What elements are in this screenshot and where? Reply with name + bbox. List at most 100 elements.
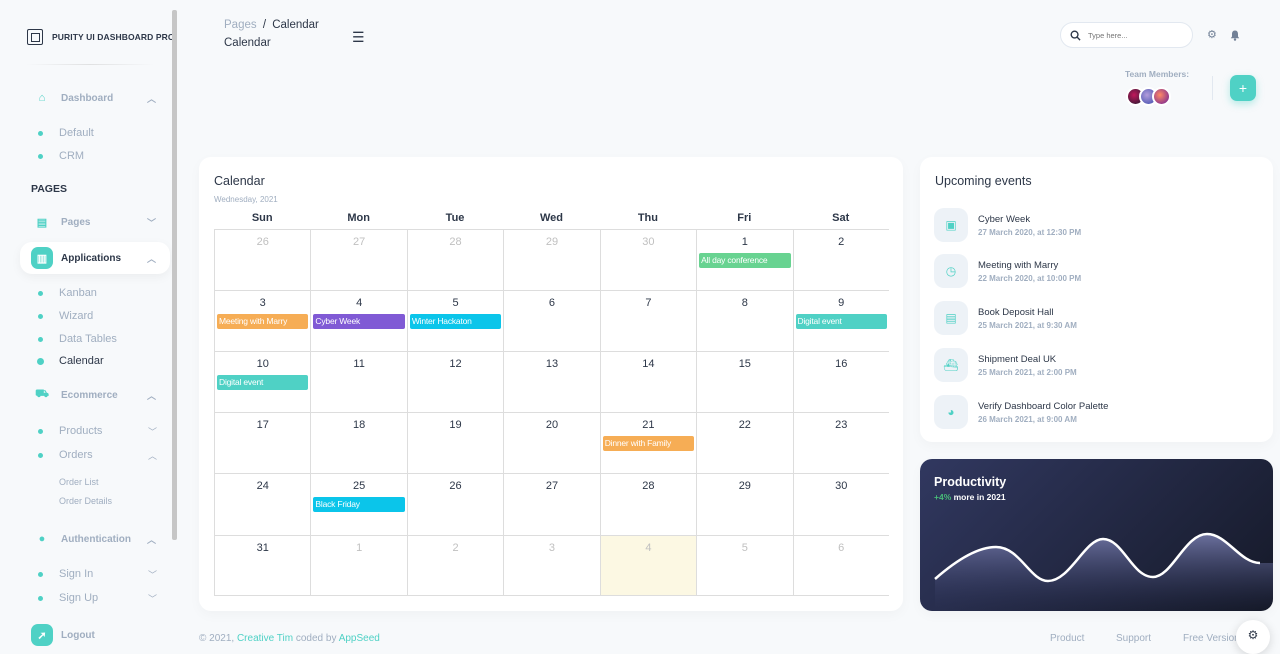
brand[interactable]: PURITY UI DASHBOARD PRO — [27, 29, 175, 45]
sidebar-item-data-tables[interactable]: Data Tables — [38, 333, 117, 345]
calendar-day-cell[interactable]: 9 Digital event — [793, 291, 889, 352]
calendar-event[interactable]: Winter Hackaton — [409, 314, 502, 329]
calendar-day-cell[interactable]: 27 — [311, 230, 408, 291]
calendar-day-cell[interactable]: 17 — [214, 413, 312, 474]
sidebar-item-dashboard[interactable]: ⌂ Dashboard ︿ — [20, 82, 170, 114]
calendar-day-cell[interactable]: 16 — [793, 352, 889, 413]
calendar-day-cell[interactable]: 10 Digital event — [214, 352, 312, 413]
calendar-day-cell[interactable]: 30 — [600, 230, 698, 291]
sidebar-item-pages[interactable]: ▤ Pages ﹀ — [20, 206, 170, 238]
calendar-day-cell[interactable]: 15 — [697, 352, 794, 413]
gear-icon[interactable]: ⚙ — [1207, 28, 1217, 41]
calendar-week-row: 31 1 2 3 4 5 6 — [214, 536, 889, 596]
hamburger-menu-icon[interactable]: ☰ — [352, 29, 365, 46]
settings-fab-gear-icon[interactable]: ⚙ — [1236, 620, 1270, 654]
footer-coder-link[interactable]: AppSeed — [339, 633, 380, 644]
calendar-day-cell[interactable]: 13 — [504, 352, 601, 413]
sidebar-item-calendar[interactable]: Calendar — [37, 355, 104, 367]
day-number: 11 — [353, 358, 365, 370]
sidebar-item-sign-up[interactable]: Sign Up ﹀ — [38, 592, 157, 604]
calendar-day-cell[interactable]: 26 — [407, 474, 505, 536]
user-icon: ● — [38, 533, 46, 545]
day-number: 20 — [545, 419, 559, 431]
footer-link-support[interactable]: Support — [1116, 633, 1151, 644]
calendar-day-cell[interactable]: 1 — [311, 536, 408, 596]
calendar-day-cell[interactable]: 4 Cyber Week — [311, 291, 408, 352]
sidebar-scrollbar[interactable] — [172, 10, 177, 540]
search-input[interactable] — [1088, 30, 1178, 40]
event-item[interactable]: ▤ Book Deposit Hall 25 March 2021, at 9:3… — [934, 301, 1077, 335]
calendar-event[interactable]: Meeting with Marry — [217, 314, 309, 329]
calendar-day-cell[interactable]: 29 — [697, 474, 794, 536]
calendar-event[interactable]: Cyber Week — [313, 314, 405, 329]
calendar-day-cell[interactable]: 19 — [407, 413, 505, 474]
sidebar-item-authentication[interactable]: ● Authentication ︿ — [20, 523, 170, 555]
calendar-day-cell[interactable]: 1 All day conference — [697, 230, 794, 291]
footer-author-link[interactable]: Creative Tim — [237, 633, 293, 644]
sidebar-item-applications[interactable]: ▥ Applications ︿ — [20, 242, 170, 274]
calendar-day-cell[interactable]: 21 Dinner with Family — [600, 413, 698, 474]
calendar-day-cell[interactable]: 7 — [600, 291, 698, 352]
sidebar-item-crm[interactable]: CRM — [38, 150, 84, 162]
sidebar-item-order-details[interactable]: Order Details — [59, 496, 112, 506]
calendar-day-cell[interactable]: 22 — [697, 413, 794, 474]
calendar-day-cell[interactable]: 28 — [407, 230, 505, 291]
event-item[interactable]: ▣ Cyber Week 27 March 2020, at 12:30 PM — [934, 208, 1081, 242]
calendar-day-cell[interactable]: 26 — [214, 230, 312, 291]
sidebar-item-ecommerce[interactable]: ⛟ Ecommerce ︿ — [20, 379, 170, 411]
sidebar-item-label: Authentication — [61, 533, 131, 545]
calendar-day-cell[interactable]: 6 — [504, 291, 601, 352]
sidebar-item-products[interactable]: Products ﹀ — [38, 425, 157, 437]
avatar[interactable] — [1152, 87, 1171, 106]
add-member-button[interactable]: + — [1230, 75, 1256, 101]
calendar-day-cell[interactable]: 3 — [504, 536, 601, 596]
calendar-day-cell[interactable]: 18 — [311, 413, 408, 474]
calendar-day-cell[interactable]: 11 — [311, 352, 408, 413]
calendar-day-cell[interactable]: 24 — [214, 474, 312, 536]
search-box[interactable] — [1060, 22, 1193, 48]
sidebar-item-wizard[interactable]: Wizard — [38, 310, 93, 322]
bullet-icon — [38, 336, 43, 342]
sidebar-item-orders[interactable]: Orders ︿ — [38, 449, 157, 461]
calendar-event[interactable]: Digital event — [795, 314, 887, 329]
calendar-day-cell[interactable]: 3 Meeting with Marry — [214, 291, 312, 352]
footer-link-product[interactable]: Product — [1050, 633, 1084, 644]
calendar-day-cell[interactable]: 23 — [793, 413, 889, 474]
calendar-day-cell[interactable]: 2 — [407, 536, 505, 596]
calendar-day-cell[interactable]: 31 — [214, 536, 312, 596]
calendar-day-cell[interactable]: 30 — [793, 474, 889, 536]
breadcrumb-root[interactable]: Pages — [224, 19, 257, 31]
calendar-day-cell[interactable]: 4 — [600, 536, 698, 596]
calendar-event[interactable]: Dinner with Family — [602, 436, 695, 451]
calendar-day-cell[interactable]: 5 — [697, 536, 794, 596]
calendar-day-cell[interactable]: 20 — [504, 413, 601, 474]
day-number: 2 — [838, 236, 845, 248]
day-number: 31 — [256, 542, 269, 554]
sidebar-item-logout[interactable]: ➚ Logout — [20, 619, 170, 651]
sidebar-item-kanban[interactable]: Kanban — [38, 287, 97, 299]
sidebar-item-label: Data Tables — [59, 333, 117, 345]
calendar-day-cell[interactable]: 28 — [600, 474, 698, 536]
calendar-day-cell[interactable]: 12 — [407, 352, 505, 413]
calendar-day-cell[interactable]: 14 — [600, 352, 698, 413]
footer-link-free-version[interactable]: Free Version — [1183, 633, 1240, 644]
calendar-day-cell[interactable]: 29 — [504, 230, 601, 291]
calendar-day-cell[interactable]: 27 — [504, 474, 601, 536]
day-number: 30 — [642, 236, 655, 248]
rocket-icon: ➚ — [31, 624, 53, 646]
sidebar-item-sign-in[interactable]: Sign In ﹀ — [38, 568, 157, 580]
event-item[interactable]: ◕ Verify Dashboard Color Palette 26 March… — [934, 395, 1108, 429]
bell-icon[interactable] — [1230, 30, 1240, 41]
calendar-day-cell[interactable]: 6 — [793, 536, 889, 596]
calendar-day-cell[interactable]: 8 — [697, 291, 794, 352]
calendar-day-cell[interactable]: 2 — [793, 230, 889, 291]
event-item[interactable]: ◷ Meeting with Marry 22 March 2020, at 10… — [934, 254, 1081, 288]
calendar-event[interactable]: Black Friday — [313, 497, 405, 512]
event-item[interactable]: ⛴ Shipment Deal UK 25 March 2021, at 2:00… — [934, 348, 1077, 382]
calendar-day-cell[interactable]: 25 Black Friday — [311, 474, 408, 536]
calendar-day-cell[interactable]: 5 Winter Hackaton — [407, 291, 505, 352]
sidebar-item-default[interactable]: Default — [38, 127, 94, 139]
calendar-event[interactable]: Digital event — [217, 375, 309, 390]
calendar-event[interactable]: All day conference — [699, 253, 791, 268]
sidebar-item-order-list[interactable]: Order List — [59, 477, 99, 487]
